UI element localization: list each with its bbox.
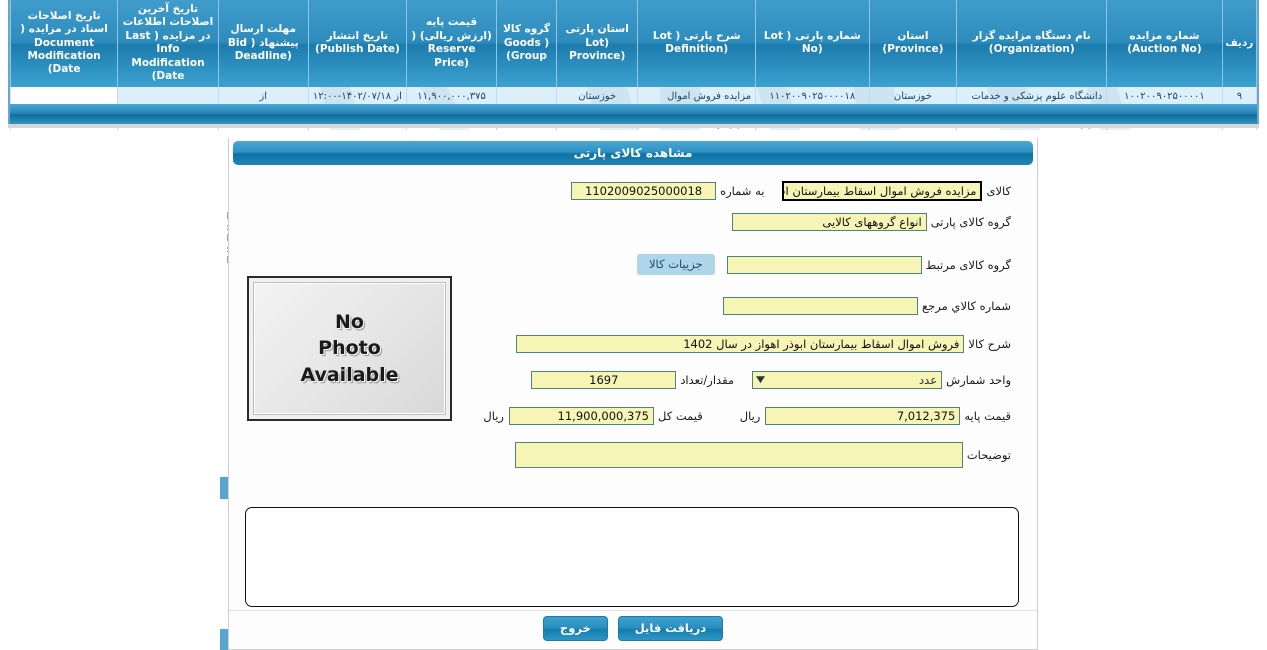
grid-bottom-shadow xyxy=(8,124,1259,128)
dialog-footer-separator xyxy=(229,610,1037,611)
total-price-input[interactable]: 11,900,000,375 xyxy=(508,407,654,425)
goods-number-input[interactable]: 1102009025000018 xyxy=(571,182,717,200)
reference-no-label: شماره کالاي مرجع xyxy=(922,299,1011,313)
base-price-input[interactable]: 7,012,375 xyxy=(765,407,961,425)
col-auction-no[interactable]: شماره مزایده (Auction No) xyxy=(1106,0,1223,87)
quantity-label: مقدار/تعداد xyxy=(680,373,735,387)
no-photo-line-2: Photo xyxy=(318,337,381,360)
field-row-description: شرح کالا فروش اموال اسقاط بیمارستان ابوذ… xyxy=(516,335,1015,353)
col-province-fa: استان xyxy=(897,29,929,42)
col-auction-no-fa: شماره مزایده xyxy=(1129,29,1200,42)
unit-select[interactable]: عدد ▼ xyxy=(752,371,943,389)
col-lot-no-en: (No xyxy=(801,43,823,56)
page-root: ردیف شماره مزایده (Auction No) نام دستگا… xyxy=(0,0,1267,650)
col-goods-group-en: ( Goods (Group xyxy=(503,36,550,63)
field-row-reference-no: شماره کالاي مرجع xyxy=(723,297,1015,315)
chevron-down-icon: ▼ xyxy=(756,375,766,385)
field-row-notes: توضیحات xyxy=(514,442,1015,468)
no-photo-line-1: No xyxy=(335,311,364,334)
field-row-unit-qty: واحد شمارش عدد ▼ مقدار/تعداد 1697 xyxy=(531,371,1015,389)
goods-label: کالای xyxy=(986,184,1011,198)
col-last-info-modification[interactable]: تاریخ آخرین اصلاحات اطلاعات در مزایده ( … xyxy=(117,0,219,87)
goods-number-label: به شماره xyxy=(720,184,765,198)
col-lot-definition-en: (Definition xyxy=(665,43,729,56)
base-price-label: قیمت پایه xyxy=(964,409,1011,423)
no-photo-line-3: Available xyxy=(300,363,399,386)
col-goods-group-fa: گروه کالا xyxy=(503,23,550,36)
goods-details-button[interactable]: جزییات کالا xyxy=(637,254,715,275)
no-photo-inner: No Photo Available xyxy=(253,282,446,415)
lot-group-input[interactable]: انواع گروههای کالایی xyxy=(731,213,927,231)
field-row-related-group: گروه کالای مرتبط جزییات کالا xyxy=(637,254,1015,275)
col-document-modification-fa: تاریخ اصلاحات اسناد در مزایده ( Document xyxy=(20,9,108,49)
description-input[interactable]: فروش اموال اسقاط بیمارستان ابوذر اهواز د… xyxy=(516,335,965,353)
notes-label: توضیحات xyxy=(966,448,1011,462)
grid-footer-bar xyxy=(10,104,1257,124)
related-group-label: گروه کالای مرتبط xyxy=(925,257,1011,272)
col-radif-fa: ردیف xyxy=(1225,36,1254,49)
col-lot-definition[interactable]: شرح پارتی ( Lot (Definition xyxy=(637,0,757,87)
total-price-label: قیمت کل xyxy=(657,409,703,423)
dialog-footer: دریافت فایل خروج xyxy=(229,616,1037,641)
col-organization-en: (Organization) xyxy=(988,43,1075,56)
col-lot-no[interactable]: شماره پارتی ( Lot (No xyxy=(755,0,870,87)
auction-results-grid: ردیف شماره مزایده (Auction No) نام دستگا… xyxy=(0,0,1267,130)
col-radif[interactable]: ردیف xyxy=(1221,0,1258,87)
total-price-suffix: ریال xyxy=(483,409,504,423)
col-organization-fa: نام دستگاه مزایده گزار xyxy=(972,29,1091,42)
col-province[interactable]: استان (Province) xyxy=(868,0,958,87)
unit-select-value: عدد xyxy=(919,373,938,387)
col-goods-group[interactable]: گروه کالا ( Goods (Group xyxy=(496,0,557,87)
col-document-modification-en: Modification (Date xyxy=(27,50,101,76)
col-publish-date-fa: تاریخ انتشار xyxy=(326,29,389,42)
unit-label: واحد شمارش xyxy=(946,373,1011,387)
field-row-prices: قیمت پایه 7,012,375 ریال قیمت کل 11,900,… xyxy=(478,407,1015,425)
reference-no-input[interactable] xyxy=(723,297,919,315)
no-photo-placeholder: No Photo Available xyxy=(247,276,452,421)
col-province-en: (Province) xyxy=(882,43,944,56)
col-bid-deadline-en: (Deadline xyxy=(234,50,292,63)
table-header-row: ردیف شماره مزایده (Auction No) نام دستگا… xyxy=(9,0,1258,87)
related-group-input[interactable] xyxy=(726,255,922,274)
col-reserve-price[interactable]: قیمت پایه (ارزش ریالی) ( Reserve (Price xyxy=(406,0,498,87)
description-label: شرح کالا xyxy=(968,337,1011,351)
quantity-input[interactable]: 1697 xyxy=(531,371,677,389)
view-lot-goods-dialog: مشاهده کالای پارتی No Photo Available کا… xyxy=(228,138,1038,650)
dialog-body: No Photo Available کالای مزایده فروش امو… xyxy=(229,172,1037,614)
col-publish-date-en: (Publish Date) xyxy=(315,43,400,56)
col-lot-province-en: (Province xyxy=(569,50,626,63)
col-bid-deadline-fa: مهلت ارسال پیشنهاد ( Bid xyxy=(227,23,299,49)
base-price-suffix: ریال xyxy=(739,409,761,423)
lot-group-label: گروه کالای پارتی xyxy=(930,215,1011,229)
col-last-info-modification-fa: تاریخ آخرین اصلاحات اطلاعات در مزایده ( … xyxy=(122,3,214,42)
col-lot-province-fa: استان پارتی (Lot xyxy=(565,23,629,49)
col-lot-definition-fa: شرح پارتی ( Lot xyxy=(652,29,741,42)
field-row-goods: کالای مزایده فروش اموال اسقاط بیمارستان … xyxy=(571,181,1015,201)
col-bid-deadline[interactable]: مهلت ارسال پیشنهاد ( Bid (Deadline xyxy=(217,0,309,87)
col-reserve-price-en: (Price xyxy=(434,56,469,69)
exit-button[interactable]: خروج xyxy=(542,616,608,641)
notes-input[interactable] xyxy=(514,442,963,468)
col-publish-date[interactable]: تاریخ انتشار (Publish Date) xyxy=(307,0,408,87)
col-lot-no-fa: شماره پارتی ( Lot xyxy=(763,29,861,42)
dialog-title: مشاهده کالای پارتی xyxy=(233,141,1033,165)
col-last-info-modification-en: Info Modification (Date xyxy=(131,43,205,83)
long-notes-textarea[interactable] xyxy=(245,507,1019,607)
goods-name-input[interactable]: مزایده فروش اموال اسقاط بیمارستان اب xyxy=(782,181,983,201)
col-lot-province[interactable]: استان پارتی (Lot (Province xyxy=(555,0,639,87)
col-document-modification[interactable]: تاریخ اصلاحات اسناد در مزایده ( Document… xyxy=(9,0,119,87)
col-organization[interactable]: نام دستگاه مزایده گزار (Organization) xyxy=(956,0,1108,87)
field-row-lot-group: گروه کالای پارتی انواع گروههای کالایی xyxy=(731,213,1015,231)
col-auction-no-en: (Auction No) xyxy=(1127,43,1202,56)
col-reserve-price-fa: قیمت پایه (ارزش ریالی) ( Reserve xyxy=(411,16,492,56)
download-file-button[interactable]: دریافت فایل xyxy=(617,616,724,641)
